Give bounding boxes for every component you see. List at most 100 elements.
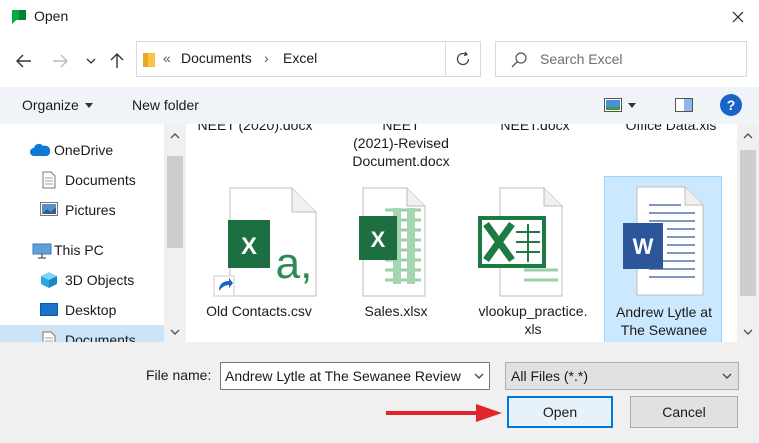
- open-button[interactable]: Open: [507, 396, 613, 428]
- help-button[interactable]: ?: [720, 94, 742, 116]
- window-title: Open: [34, 8, 69, 24]
- organize-button[interactable]: Organize: [14, 92, 101, 118]
- preview-pane-button[interactable]: [672, 94, 696, 116]
- sidebar-item-label: OneDrive: [54, 142, 114, 158]
- sidebar-item-label: 3D Objects: [65, 272, 135, 288]
- close-button[interactable]: [722, 2, 754, 32]
- word-docx-icon: W: [605, 181, 723, 299]
- sidebar-item-onedrive[interactable]: OneDrive: [0, 135, 164, 165]
- sidebar-item-label: This PC: [54, 242, 104, 258]
- file-label[interactable]: NEET (2021)-Revised Document.docx: [336, 124, 466, 170]
- breadcrumb-separator[interactable]: ›: [264, 50, 269, 66]
- file-label: Andrew Lytle at The Sewanee Review.docx: [616, 304, 712, 342]
- file-item-andrew-lytle[interactable]: W Andrew Lytle at The Sewanee Review.doc…: [604, 176, 722, 342]
- sidebar-item-label: Pictures: [65, 202, 116, 218]
- search-input[interactable]: [540, 47, 740, 71]
- document-icon: [42, 171, 60, 189]
- change-view-button[interactable]: [604, 94, 650, 116]
- cloud-icon: [30, 143, 51, 159]
- computer-icon: [32, 243, 52, 259]
- chevron-down-icon: [170, 329, 180, 335]
- file-label: vlookup_practice. xls: [478, 303, 588, 337]
- caret-down-icon: [84, 102, 93, 108]
- file-name-input[interactable]: [225, 366, 465, 386]
- file-item-old-contacts[interactable]: X a, Old Contacts.csv: [200, 180, 318, 342]
- file-label[interactable]: NEET (2020).docx: [196, 124, 314, 134]
- navigation-pane: OneDrive Documents Pictures This PC 3D O…: [0, 124, 186, 342]
- file-name-combobox[interactable]: [220, 362, 490, 390]
- close-icon: [732, 11, 744, 23]
- preview-pane-icon: [675, 98, 693, 112]
- file-name-label: File name:: [146, 367, 212, 383]
- svg-text:X: X: [371, 227, 386, 252]
- back-button[interactable]: [10, 47, 38, 75]
- file-type-dropdown-button[interactable]: [716, 363, 738, 389]
- svg-text:a,: a,: [276, 239, 313, 288]
- cancel-button[interactable]: Cancel: [630, 396, 738, 428]
- nav-scrollbar[interactable]: [164, 124, 186, 342]
- recent-locations-button[interactable]: [82, 47, 100, 75]
- file-label: Old Contacts.csv: [206, 303, 312, 319]
- sidebar-item-this-pc[interactable]: This PC: [0, 235, 164, 265]
- svg-text:W: W: [633, 234, 654, 259]
- organize-label: Organize: [22, 97, 79, 113]
- svg-text:X: X: [241, 233, 257, 260]
- breadcrumb-excel[interactable]: Excel: [283, 50, 317, 66]
- chevron-down-icon: [722, 373, 732, 379]
- large-icons-view-icon: [604, 98, 622, 112]
- dialog-footer: File name: All Files (*.*) Open Cancel: [0, 342, 759, 443]
- excel-csv-shortcut-icon: X a,: [200, 180, 318, 298]
- annotation-arrow-icon: [386, 404, 502, 422]
- breadcrumb-overflow[interactable]: «: [163, 50, 171, 66]
- pictures-icon: [40, 202, 58, 218]
- new-folder-button[interactable]: New folder: [124, 92, 207, 118]
- chevron-down-icon: [86, 58, 96, 64]
- document-icon: [42, 331, 60, 342]
- forward-button[interactable]: [46, 47, 74, 75]
- chevron-up-icon: [170, 133, 180, 139]
- toolbar: Organize New folder ?: [0, 87, 759, 124]
- chevron-down-icon: [474, 373, 484, 379]
- breadcrumb-documents[interactable]: Documents: [181, 50, 252, 66]
- refresh-button[interactable]: [445, 41, 481, 77]
- arrow-right-icon: [53, 54, 68, 68]
- file-view: NEET (2020).docx NEET (2021)-Revised Doc…: [186, 124, 737, 342]
- file-scrollbar[interactable]: [737, 124, 759, 342]
- chevron-down-icon: [743, 329, 753, 335]
- scroll-thumb[interactable]: [740, 150, 756, 296]
- excel-xls-icon: [474, 180, 592, 298]
- up-button[interactable]: [104, 47, 130, 75]
- desktop-icon: [40, 303, 58, 319]
- scroll-down-button[interactable]: [737, 322, 759, 342]
- search-icon: [510, 51, 528, 69]
- scroll-up-button[interactable]: [737, 126, 759, 146]
- sidebar-item-documents[interactable]: Documents: [0, 165, 164, 195]
- file-label[interactable]: Office Data.xls: [606, 124, 736, 134]
- google-chat-icon: [10, 8, 28, 26]
- file-label[interactable]: NEET.docx: [476, 124, 594, 134]
- excel-xlsx-icon: X: [337, 180, 455, 298]
- sidebar-item-desktop[interactable]: Desktop: [0, 295, 164, 325]
- file-name-dropdown-button[interactable]: [469, 363, 489, 389]
- file-type-value: All Files (*.*): [511, 368, 589, 384]
- file-item-vlookup-practice[interactable]: vlookup_practice. xls: [474, 180, 592, 342]
- sidebar-item-documents-pc[interactable]: Documents: [0, 325, 164, 342]
- title-bar: Open: [0, 0, 759, 34]
- scroll-up-button[interactable]: [164, 126, 186, 146]
- file-type-select[interactable]: All Files (*.*): [505, 362, 739, 390]
- caret-down-icon: [628, 102, 636, 108]
- help-icon: ?: [726, 97, 736, 113]
- chevron-up-icon: [743, 133, 753, 139]
- file-label: Sales.xlsx: [364, 303, 428, 319]
- search-box[interactable]: [495, 41, 747, 77]
- sidebar-item-pictures[interactable]: Pictures: [0, 195, 164, 225]
- file-item-sales[interactable]: X Sales.xlsx: [337, 180, 455, 342]
- sidebar-item-label: Documents: [65, 172, 136, 188]
- scroll-thumb[interactable]: [167, 156, 183, 248]
- sidebar-item-3d-objects[interactable]: 3D Objects: [0, 265, 164, 295]
- scroll-down-button[interactable]: [164, 322, 186, 342]
- address-bar[interactable]: « Documents › Excel: [136, 41, 446, 77]
- arrow-up-icon: [110, 53, 124, 68]
- refresh-icon: [456, 51, 470, 66]
- sidebar-item-label: Desktop: [65, 302, 117, 318]
